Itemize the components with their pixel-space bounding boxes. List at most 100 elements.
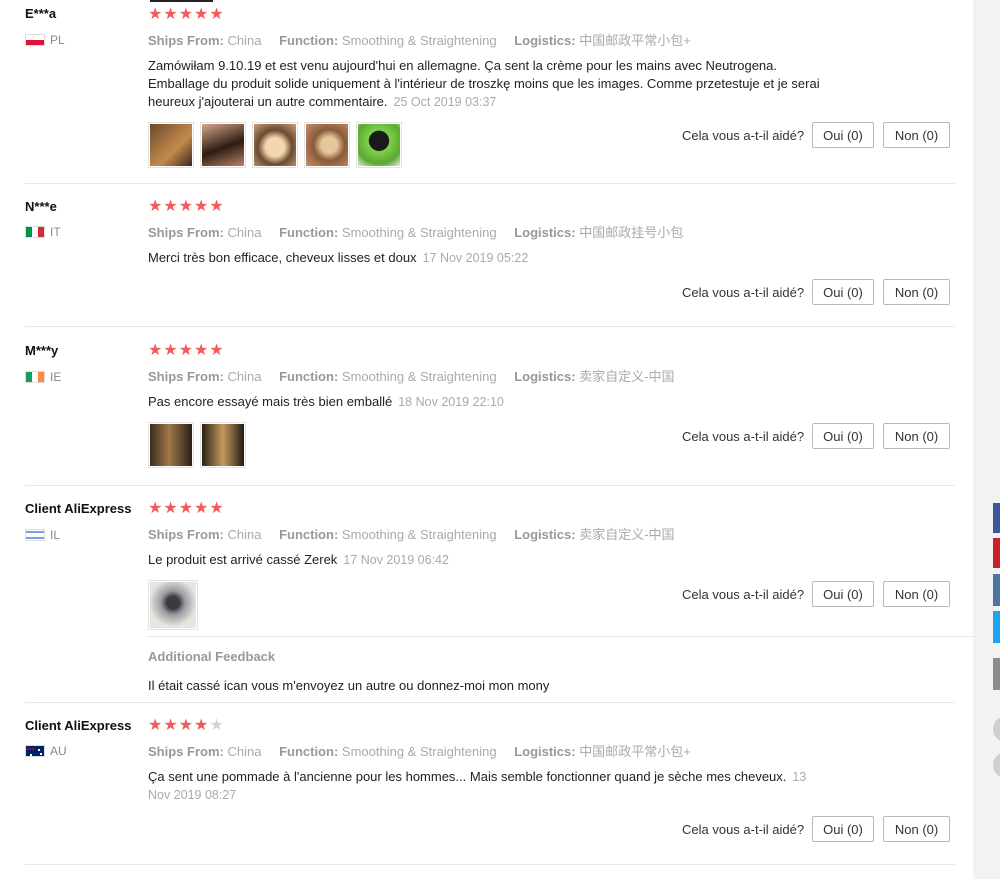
star-empty-icon: ★ [209, 717, 225, 734]
helpful-yes-button[interactable]: Oui (0) [812, 423, 874, 449]
ships-from-value: China [227, 744, 262, 759]
review-date: 18 Nov 2019 22:10 [398, 395, 504, 409]
ireland-flag-icon [25, 371, 45, 383]
review-item: M***y IE ★★★★★ Ships From: China Functio… [25, 327, 955, 486]
logistics-value: 卖家自定义-中国 [579, 527, 675, 542]
function-value: Smoothing & Straightening [341, 369, 497, 384]
helpful-no-button[interactable]: Non (0) [882, 423, 951, 449]
country-code: IE [50, 370, 62, 384]
helpful-no-button[interactable]: Non (0) [882, 581, 951, 607]
function-value: Smoothing & Straightening [341, 744, 497, 759]
product-attributes: Ships From: China Function: Smoothing & … [148, 33, 691, 48]
review-item: E***a PL ★★★★★ Ships From: China Functio… [25, 0, 955, 184]
product-attributes: Ships From: China Function: Smoothing & … [148, 225, 684, 240]
product-attributes: Ships From: China Function: Smoothing & … [148, 369, 675, 384]
logistics-value: 卖家自定义-中国 [579, 369, 675, 384]
review-date: 17 Nov 2019 05:22 [422, 251, 529, 265]
star-icon: ★ [148, 500, 164, 517]
helpful-prompt: Cela vous a-t-il aidé? Oui (0) Non (0) [682, 122, 951, 148]
review-item: Client AliExpress IL ★★★★★ Ships From: C… [25, 486, 979, 703]
helpful-prompt: Cela vous a-t-il aidé? Oui (0) Non (0) [682, 423, 951, 449]
function-value: Smoothing & Straightening [341, 527, 497, 542]
star-rating: ★★★★★ [148, 199, 828, 215]
function-value: Smoothing & Straightening [341, 225, 497, 240]
italy-flag-icon [25, 226, 45, 238]
review-photo[interactable] [148, 122, 194, 168]
helpful-yes-button[interactable]: Oui (0) [812, 279, 874, 305]
helpful-prompt: Cela vous a-t-il aidé? Oui (0) Non (0) [682, 279, 951, 305]
review-photo[interactable] [200, 122, 246, 168]
star-icon: ★ [194, 6, 210, 23]
ships-from-value: China [227, 33, 262, 48]
helpful-yes-button[interactable]: Oui (0) [812, 581, 874, 607]
star-icon: ★ [209, 198, 225, 215]
twitter-share-icon[interactable] [993, 611, 1000, 643]
review-photo[interactable] [148, 580, 198, 630]
review-item: Client AliExpress AU ★★★★★ Ships From: C… [25, 703, 955, 865]
ships-from-value: China [227, 369, 262, 384]
product-attributes: Ships From: China Function: Smoothing & … [148, 527, 675, 542]
reviewer-country: IL [25, 528, 60, 542]
ships-from-value: China [227, 527, 262, 542]
review-date: 25 Oct 2019 03:37 [393, 95, 497, 109]
additional-feedback-title: Additional Feedback [148, 649, 276, 664]
star-icon: ★ [163, 717, 179, 734]
more-share-icon[interactable] [993, 658, 1000, 690]
helpful-yes-button[interactable]: Oui (0) [812, 122, 874, 148]
product-attributes: Ships From: China Function: Smoothing & … [148, 744, 691, 759]
page-scrollbar[interactable] [973, 0, 1000, 879]
helpful-yes-button[interactable]: Oui (0) [812, 816, 874, 842]
facebook-share-icon[interactable] [993, 503, 1000, 533]
country-code: IT [50, 225, 61, 239]
reviewer-name: E***a [25, 6, 57, 21]
helpful-no-button[interactable]: Non (0) [882, 816, 951, 842]
vk-share-icon[interactable] [993, 574, 1000, 606]
country-code: PL [50, 33, 65, 47]
helpful-prompt: Cela vous a-t-il aidé? Oui (0) Non (0) [682, 581, 951, 607]
review-photo[interactable] [356, 122, 402, 168]
helpful-no-button[interactable]: Non (0) [882, 122, 951, 148]
ships-from-value: China [227, 225, 262, 240]
review-text: Ça sent une pommade à l'ancienne pour le… [148, 769, 807, 802]
star-icon: ★ [209, 342, 225, 359]
star-icon: ★ [178, 500, 195, 517]
reviewer-name: Client AliExpress [25, 501, 132, 516]
review-text: Le produit est arrivé cassé Zerek 17 Nov … [148, 552, 449, 567]
country-code: IL [50, 528, 61, 542]
review-photo[interactable] [148, 422, 194, 468]
review-text: Pas encore essayé mais très bien emballé… [148, 394, 504, 409]
logistics-value: 中国邮政挂号小包 [579, 225, 684, 240]
star-icon: ★ [178, 717, 195, 734]
review-date: 17 Nov 2019 06:42 [343, 553, 449, 567]
reviewer-country: IE [25, 370, 61, 384]
review-photo[interactable] [200, 422, 246, 468]
review-photo[interactable] [304, 122, 350, 168]
star-icon: ★ [194, 500, 210, 517]
reviewer-name: M***y [25, 343, 59, 358]
star-icon: ★ [163, 198, 179, 215]
function-value: Smoothing & Straightening [341, 33, 497, 48]
poland-flag-icon [25, 34, 45, 46]
country-code: AU [50, 744, 67, 758]
star-icon: ★ [194, 198, 210, 215]
star-icon: ★ [148, 342, 164, 359]
star-icon: ★ [163, 342, 179, 359]
reviewer-country: AU [25, 744, 67, 758]
helpful-no-button[interactable]: Non (0) [882, 279, 951, 305]
star-icon: ★ [178, 6, 195, 23]
logistics-value: 中国邮政平常小包+ [579, 744, 691, 759]
pinterest-share-icon[interactable] [993, 538, 1000, 568]
star-icon: ★ [148, 198, 164, 215]
reviewer-country: IT [25, 225, 61, 239]
star-rating: ★★★★★ [148, 718, 828, 734]
star-rating: ★★★★★ [148, 501, 828, 517]
star-icon: ★ [148, 717, 164, 734]
helpful-prompt: Cela vous a-t-il aidé? Oui (0) Non (0) [682, 816, 951, 842]
star-icon: ★ [163, 500, 179, 517]
review-photo[interactable] [252, 122, 298, 168]
star-icon: ★ [209, 6, 225, 23]
review-text: Merci très bon efficace, cheveux lisses … [148, 250, 529, 265]
star-icon: ★ [209, 500, 225, 517]
additional-feedback-text: Il était cassé ican vous m'envoyez un au… [148, 678, 550, 693]
israel-flag-icon [25, 529, 45, 541]
